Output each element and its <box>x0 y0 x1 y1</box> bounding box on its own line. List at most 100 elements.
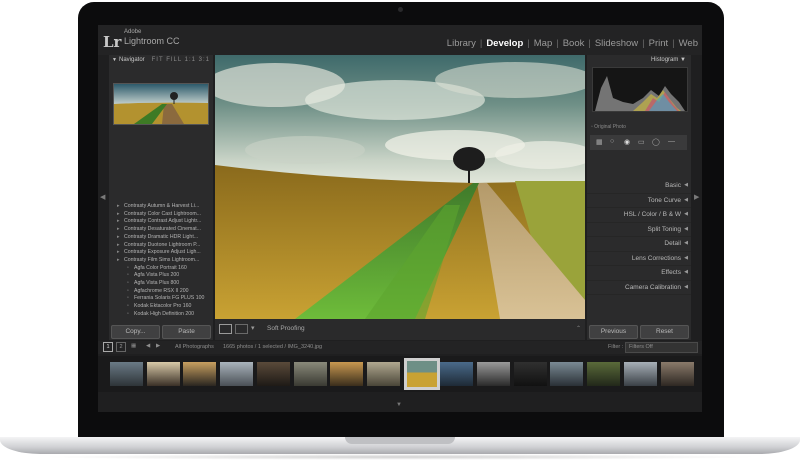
radial-filter-icon[interactable]: ◯ <box>652 138 660 146</box>
preset-item[interactable]: ▫ Kodak High Definition 200 <box>117 311 213 319</box>
adjustment-brush-icon[interactable]: — <box>668 138 675 145</box>
filmstrip-thumbnail[interactable] <box>623 362 657 386</box>
dropdown-arrow-icon[interactable]: ▾ <box>251 324 255 332</box>
module-slideshow[interactable]: Slideshow <box>595 38 638 49</box>
brand: Adobe Lightroom CC <box>124 29 180 46</box>
filmstrip-thumbnail[interactable] <box>440 362 474 386</box>
left-panel-buttons: Copy... Paste <box>109 323 213 340</box>
filter-select[interactable]: Filters Off <box>625 342 698 353</box>
preset-item[interactable]: ▫ Agfa Vista Plus 200 <box>117 272 213 280</box>
filmstrip-thumbnail[interactable] <box>660 362 694 386</box>
filmstrip-thumbnail[interactable] <box>587 362 621 386</box>
loupe-view-icon[interactable] <box>219 324 232 334</box>
filmstrip-thumbnail[interactable] <box>110 362 143 386</box>
crop-tool-icon[interactable]: ▦ <box>596 138 603 146</box>
preset-item[interactable]: ▫ Agfa Vista Plus 800 <box>117 280 213 288</box>
filmstrip-thumbnail[interactable] <box>513 362 547 386</box>
filmstrip-thumbnail[interactable] <box>146 362 180 386</box>
navigator-preview[interactable] <box>113 83 209 125</box>
before-after-icon[interactable] <box>235 324 248 334</box>
filmstrip-thumbnail[interactable] <box>550 362 584 386</box>
module-separator: | <box>527 38 530 49</box>
back-arrow-icon[interactable]: ◀ <box>146 343 150 349</box>
checkbox-icon[interactable]: ▫ <box>591 124 593 130</box>
filmstrip-thumbnail[interactable] <box>220 362 254 386</box>
module-print[interactable]: Print <box>649 38 669 49</box>
graduated-filter-icon[interactable]: ▭ <box>638 138 645 146</box>
module-book[interactable]: Book <box>563 38 585 49</box>
develop-toolbar: ▾ Soft Proofing ⌃ <box>215 319 585 340</box>
preset-item[interactable]: ▸ Contrasty Autumn & Harvest Li... <box>117 203 213 211</box>
folder-expand-icon: ▸ <box>117 249 120 256</box>
adjustment-sections: Basic Tone Curve HSL / Color / B & W Spl… <box>587 179 691 295</box>
filmstrip-thumbnail[interactable] <box>366 362 400 386</box>
module-picker: Library | Develop | Map | Book | Slideshow | Print… <box>447 38 698 49</box>
preset-label: Agfa Vista Plus 200 <box>134 272 180 279</box>
section-basic[interactable]: Basic <box>587 179 691 194</box>
navigator-header[interactable]: ▼ Navigator FIT FILL 1:1 3:1 <box>109 55 213 65</box>
filmstrip-thumbnail[interactable] <box>183 362 217 386</box>
filmstrip-thumbnail[interactable] <box>477 362 510 386</box>
collapse-triangle-icon: ▼ <box>680 57 686 63</box>
module-map[interactable]: Map <box>534 38 552 49</box>
module-separator: | <box>642 38 645 49</box>
module-library[interactable]: Library <box>447 38 476 49</box>
paste-button[interactable]: Paste <box>162 325 211 339</box>
zoom-options[interactable]: FIT FILL 1:1 3:1 <box>152 57 210 63</box>
preset-label: Kodak High Definition 200 <box>134 310 194 317</box>
left-panel: ▼ Navigator FIT FILL 1:1 3:1 ▸ Contrasty … <box>109 55 213 340</box>
section-effects[interactable]: Effects <box>587 266 691 281</box>
preset-item[interactable]: ▸ Contrasty Film Sims Lightroom... <box>117 257 213 265</box>
page-1-button[interactable]: 1 <box>103 342 113 352</box>
reset-button[interactable]: Reset <box>640 325 689 339</box>
histogram-header[interactable]: Histogram ▼ <box>651 57 686 63</box>
preset-item[interactable]: ▸ Contrasty Desaturated Cinemat... <box>117 226 213 234</box>
preset-icon: ▫ <box>127 310 129 317</box>
filmstrip-thumbnail-selected[interactable] <box>403 358 440 390</box>
preset-item[interactable]: ▸ Contrasty Dramatic HDR Light... <box>117 234 213 242</box>
filmstrip-thumbnail[interactable] <box>256 362 290 386</box>
histogram-graph[interactable] <box>592 67 688 112</box>
section-camera-calibration[interactable]: Camera Calibration <box>587 281 691 295</box>
preset-item[interactable]: ▸ Contrasty Contrast Adjust Lightr... <box>117 218 213 226</box>
module-develop[interactable]: Develop <box>486 38 523 49</box>
red-eye-icon[interactable]: ◉ <box>624 138 630 146</box>
spot-removal-icon[interactable]: ○ <box>610 138 614 145</box>
original-photo-text: Original Photo <box>594 124 626 130</box>
preset-item[interactable]: ▸ Contrasty Color Cast Lightroom... <box>117 211 213 219</box>
grid-icon[interactable]: ▦ <box>131 343 136 349</box>
navigator-title: Navigator <box>119 57 145 63</box>
previous-button[interactable]: Previous <box>589 325 638 339</box>
section-hsl[interactable]: HSL / Color / B & W <box>587 208 691 223</box>
preset-item[interactable]: ▫ Agfachrome RSX II 200 <box>117 288 213 296</box>
left-panel-toggle-icon[interactable]: ◀ <box>100 193 105 201</box>
filmstrip-thumbnail[interactable] <box>330 362 364 386</box>
toolbar-menu-icon[interactable]: ⌃ <box>576 325 581 332</box>
preset-label: Agfa Color Portrait 160 <box>134 264 187 271</box>
preset-label: Contrasty Autumn & Harvest Li... <box>124 203 200 209</box>
preset-item[interactable]: ▸ Contrasty Exposure Adjust Ligh... <box>117 249 213 257</box>
preset-item[interactable]: ▸ Contrasty Duotone Lightroom P... <box>117 242 213 250</box>
preset-item[interactable]: ▫ Kodak Ektacolor Pro 160 <box>117 303 213 311</box>
module-web[interactable]: Web <box>679 38 698 49</box>
source-label[interactable]: All Photographs <box>175 344 214 350</box>
filmstrip-thumbnail[interactable] <box>293 362 327 386</box>
main-photo[interactable] <box>215 55 585 319</box>
copy-button[interactable]: Copy... <box>111 325 160 339</box>
soft-proofing-toggle[interactable]: Soft Proofing <box>267 325 305 332</box>
filmstrip-bar: 1 2 ▦ ◀ ▶ All Photographs 1665 photos / … <box>98 341 702 354</box>
section-tone-curve[interactable]: Tone Curve <box>587 194 691 208</box>
section-detail[interactable]: Detail <box>587 237 691 252</box>
page-2-button[interactable]: 2 <box>116 342 126 352</box>
forward-arrow-icon[interactable]: ▶ <box>156 343 160 349</box>
right-panel-toggle-icon[interactable]: ▶ <box>694 193 699 201</box>
preset-icon: ▫ <box>127 295 129 302</box>
preset-label: Contrasty Desaturated Cinemat... <box>124 226 201 233</box>
preset-label: Contrasty Duotone Lightroom P... <box>124 241 201 248</box>
section-split-toning[interactable]: Split Toning <box>587 223 691 237</box>
section-lens-corrections[interactable]: Lens Corrections <box>587 252 691 266</box>
filmstrip-toggle-icon[interactable]: ▼ <box>396 402 402 408</box>
preset-item[interactable]: ▫ Agfa Color Portrait 160 <box>117 265 213 273</box>
develop-tool-strip: ▦ ○ ◉ ▭ ◯ — <box>590 135 687 150</box>
preset-item[interactable]: ▫ Ferrania Solaris FG PLUS 100 <box>117 295 213 303</box>
